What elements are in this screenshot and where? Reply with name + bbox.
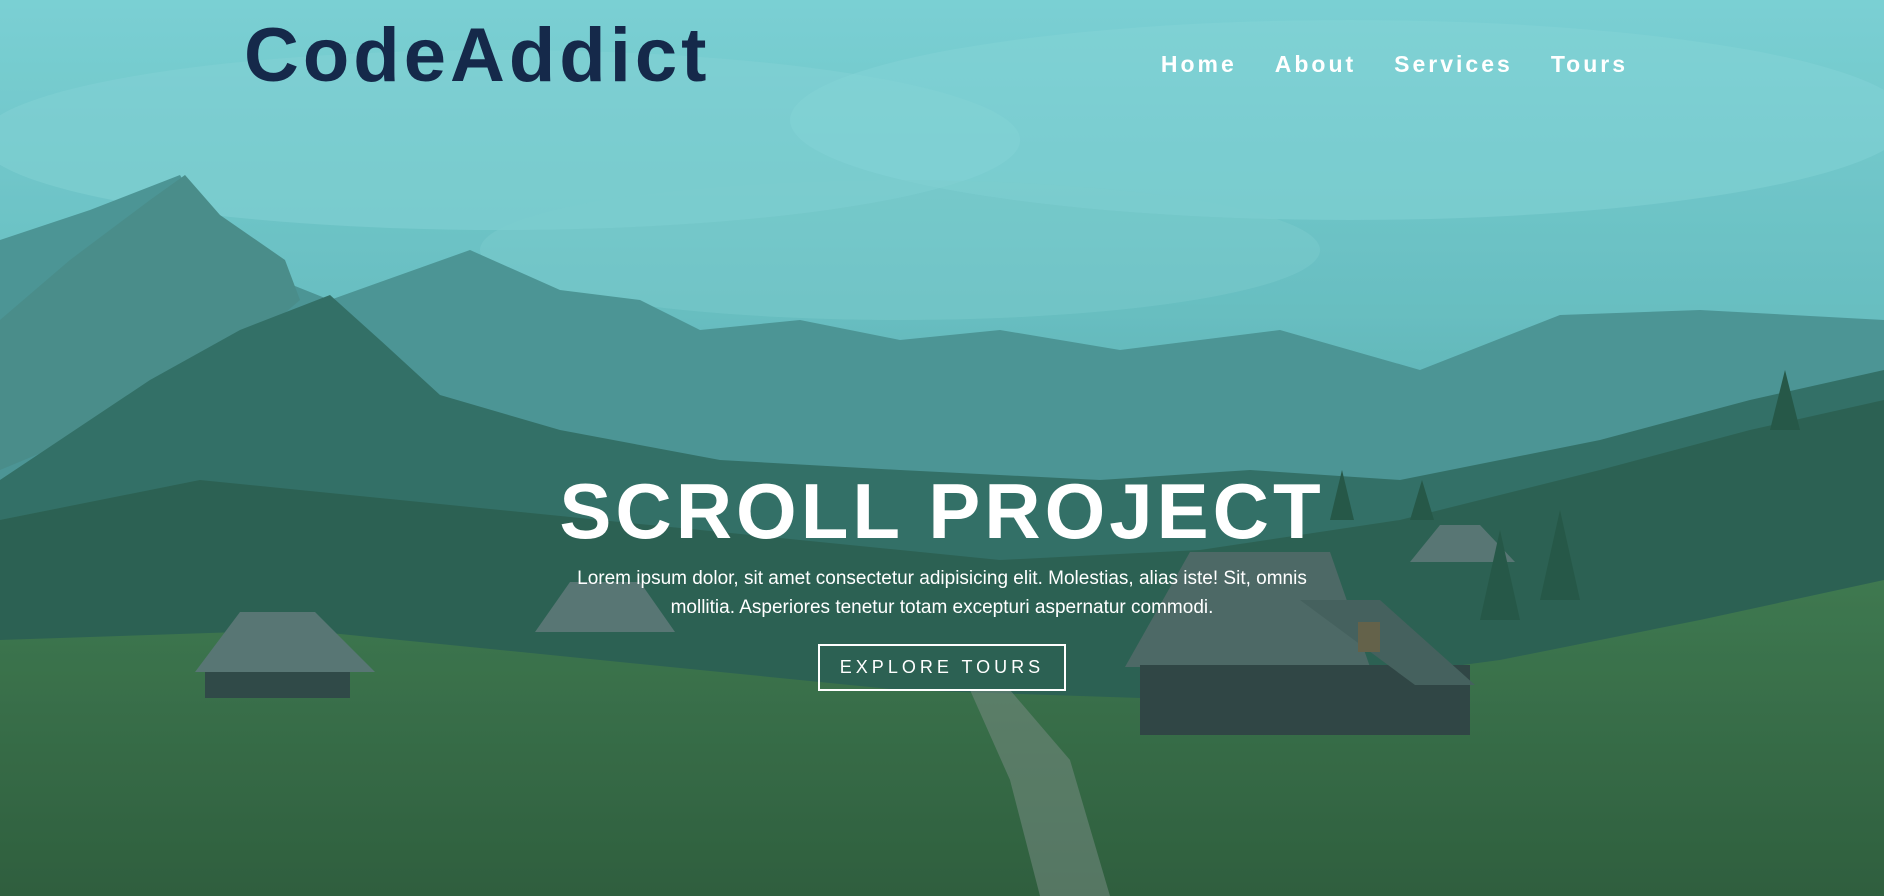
nav-link-tours[interactable]: Tours — [1551, 44, 1628, 84]
explore-tours-button[interactable]: EXPLORE TOURS — [817, 644, 1067, 691]
nav-link-about[interactable]: About — [1275, 44, 1356, 84]
nav-links: Home About Services Tours — [1123, 44, 1628, 84]
navbar: CodeAddict Home About Services Tours — [0, 0, 1884, 120]
color-overlay — [0, 0, 1884, 896]
hero-section: CodeAddict Home About Services Tours SCR… — [0, 0, 1884, 896]
logo[interactable]: CodeAddict — [244, 10, 710, 102]
banner-title: SCROLL PROJECT — [559, 467, 1325, 555]
nav-link-home[interactable]: Home — [1161, 44, 1237, 84]
banner-text: Lorem ipsum dolor, sit amet consectetur … — [577, 568, 1307, 618]
banner: SCROLL PROJECT Lorem ipsum dolor, sit am… — [542, 468, 1342, 691]
nav-link-services[interactable]: Services — [1394, 44, 1513, 84]
